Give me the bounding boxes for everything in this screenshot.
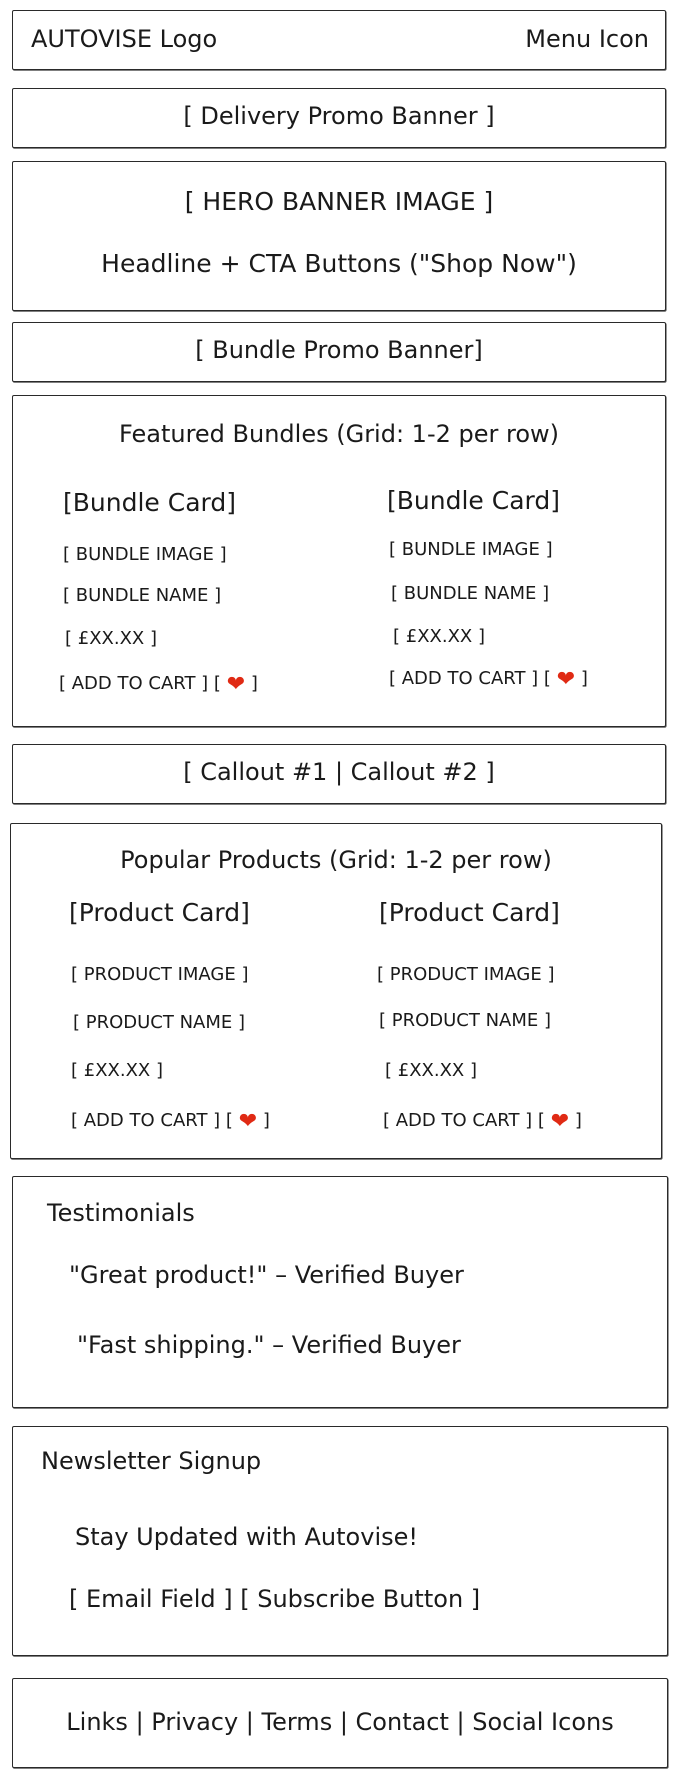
bundle-image: [ BUNDLE IMAGE ] (389, 539, 553, 560)
testimonial-quote: "Great product!" – Verified Buyer (69, 1261, 464, 1289)
testimonials-section: Testimonials "Great product!" – Verified… (12, 1176, 668, 1408)
heart-icon[interactable]: ❤ (227, 672, 245, 697)
add-to-cart-suffix: ] (262, 1110, 270, 1131)
add-to-cart-label: [ ADD TO CART ] [ (71, 1110, 233, 1131)
popular-products-title: Popular Products (Grid: 1-2 per row) (120, 846, 552, 874)
delivery-promo-label: [ Delivery Promo Banner ] (183, 102, 495, 130)
hero-headline-cta[interactable]: Headline + CTA Buttons ("Shop Now") (13, 249, 665, 278)
header-bar: AUTOVISE Logo Menu Icon (12, 10, 666, 70)
product-name: [ PRODUCT NAME ] (73, 1012, 246, 1033)
bundle-image: [ BUNDLE IMAGE ] (63, 544, 227, 565)
add-to-cart-button[interactable]: [ ADD TO CART ] [ ❤ ] (383, 1109, 582, 1134)
product-name: [ PRODUCT NAME ] (379, 1010, 552, 1031)
footer-links[interactable]: Links | Privacy | Terms | Contact | Soci… (13, 1708, 667, 1736)
bundle-price: [ £XX.XX ] (393, 626, 485, 647)
bundle-card-title: [Bundle Card] (387, 486, 560, 515)
popular-products-section: Popular Products (Grid: 1-2 per row) [Pr… (10, 823, 662, 1159)
bundle-promo-label: [ Bundle Promo Banner] (195, 336, 483, 364)
add-to-cart-label: [ ADD TO CART ] [ (383, 1110, 545, 1131)
heart-icon[interactable]: ❤ (551, 1109, 569, 1134)
newsletter-form[interactable]: [ Email Field ] [ Subscribe Button ] (69, 1585, 480, 1613)
bundle-promo-banner[interactable]: [ Bundle Promo Banner] (12, 322, 666, 382)
add-to-cart-button[interactable]: [ ADD TO CART ] [ ❤ ] (389, 667, 588, 692)
featured-bundles-title: Featured Bundles (Grid: 1-2 per row) (118, 420, 560, 448)
hero-banner: [ HERO BANNER IMAGE ] Headline + CTA But… (12, 161, 666, 311)
testimonial-quote: "Fast shipping." – Verified Buyer (77, 1331, 461, 1359)
bundle-card-title: [Bundle Card] (63, 488, 236, 517)
newsletter-title: Newsletter Signup (41, 1447, 262, 1475)
add-to-cart-label: [ ADD TO CART ] [ (59, 673, 221, 694)
product-image: [ PRODUCT IMAGE ] (377, 964, 555, 985)
add-to-cart-label: [ ADD TO CART ] [ (389, 668, 551, 689)
newsletter-tagline: Stay Updated with Autovise! (75, 1523, 418, 1551)
product-image: [ PRODUCT IMAGE ] (71, 964, 249, 985)
featured-bundles-section: Featured Bundles (Grid: 1-2 per row) [Bu… (12, 395, 666, 727)
product-price: [ £XX.XX ] (71, 1060, 163, 1081)
hero-image-placeholder: [ HERO BANNER IMAGE ] (184, 187, 494, 216)
add-to-cart-suffix: ] (574, 1110, 582, 1131)
add-to-cart-button[interactable]: [ ADD TO CART ] [ ❤ ] (59, 672, 258, 697)
add-to-cart-button[interactable]: [ ADD TO CART ] [ ❤ ] (71, 1109, 270, 1134)
add-to-cart-suffix: ] (580, 668, 588, 689)
product-card-title: [Product Card] (379, 898, 560, 927)
delivery-promo-banner[interactable]: [ Delivery Promo Banner ] (12, 88, 666, 148)
callouts-banner[interactable]: [ Callout #1 | Callout #2 ] (12, 744, 666, 804)
testimonials-title: Testimonials (47, 1199, 195, 1227)
footer-bar: Links | Privacy | Terms | Contact | Soci… (12, 1678, 668, 1768)
heart-icon[interactable]: ❤ (239, 1109, 257, 1134)
product-price: [ £XX.XX ] (385, 1060, 477, 1081)
newsletter-section: Newsletter Signup Stay Updated with Auto… (12, 1426, 668, 1656)
product-card-title: [Product Card] (69, 898, 250, 927)
bundle-price: [ £XX.XX ] (65, 628, 157, 649)
heart-icon[interactable]: ❤ (557, 667, 575, 692)
callouts-label: [ Callout #1 | Callout #2 ] (183, 758, 495, 786)
add-to-cart-suffix: ] (250, 673, 258, 694)
bundle-name: [ BUNDLE NAME ] (63, 585, 222, 606)
bundle-name: [ BUNDLE NAME ] (391, 583, 550, 604)
logo[interactable]: AUTOVISE Logo (31, 25, 217, 53)
menu-icon[interactable]: Menu Icon (525, 25, 649, 53)
